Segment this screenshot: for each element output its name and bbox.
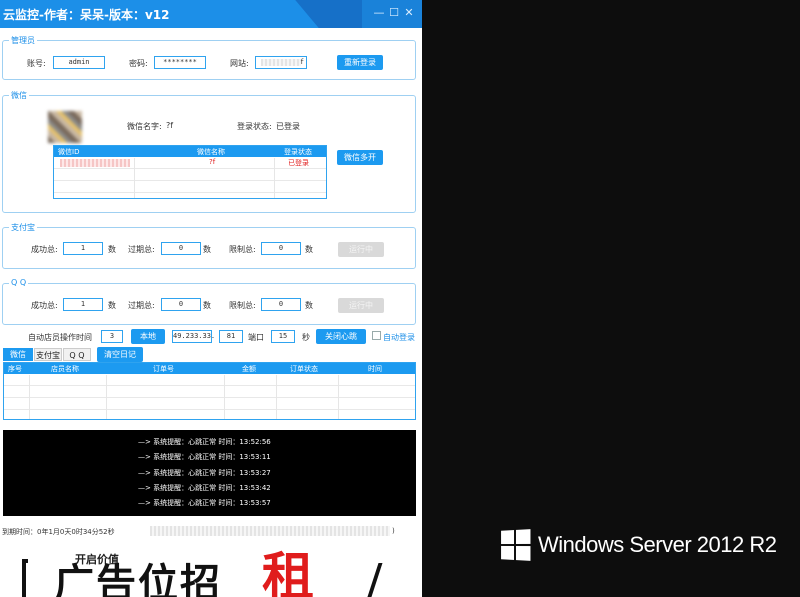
banner-red-text: 租 <box>262 548 315 597</box>
autologin-label: 自动登录 <box>383 333 415 342</box>
table-row[interactable] <box>4 386 415 398</box>
orders-table-header: 序号 店员名称 订单号 金额 订单状态 时间 <box>4 363 415 374</box>
account-input[interactable]: admin <box>53 56 105 69</box>
heartbeat-toggle-button[interactable]: 关闭心跳 <box>316 329 366 344</box>
auto-time-label: 自动店员操作时间 <box>28 333 92 342</box>
os-label: Windows Server 2012 R2 <box>538 532 777 557</box>
expiry-tail: ) <box>392 527 395 535</box>
qq-expired-label: 过期总: <box>128 301 155 310</box>
table-row[interactable] <box>4 374 415 386</box>
banner-bracket-left <box>22 559 28 597</box>
qq-expired-input[interactable]: 0 <box>161 298 201 311</box>
table-row[interactable] <box>54 169 326 181</box>
row-login-status: 已登录 <box>288 159 309 167</box>
col-index: 序号 <box>8 365 22 373</box>
log-line: —> 系统提醒：心跳正常 时间：13:52:56 <box>138 438 271 446</box>
log-console[interactable]: —> 系统提醒：心跳正常 时间：13:52:56 —> 系统提醒：心跳正常 时间… <box>3 430 416 516</box>
tab-alipay[interactable]: 支付宝 <box>34 348 62 361</box>
login-status-label: 登录状态: <box>237 122 272 131</box>
orders-table: 序号 店员名称 订单号 金额 订单状态 时间 <box>3 362 416 420</box>
port-input[interactable]: 15 <box>271 330 295 343</box>
unit-label: 数 <box>203 245 211 254</box>
minimize-icon[interactable]: — <box>373 7 385 19</box>
log-line: —> 系统提醒：心跳正常 时间：13:53:42 <box>138 484 271 492</box>
alipay-expired-label: 过期总: <box>128 245 155 254</box>
admin-legend: 管理员 <box>9 35 37 46</box>
wechat-name-label: 微信名字: <box>127 122 162 131</box>
alipay-expired-input[interactable]: 0 <box>161 242 201 255</box>
col-order-status: 订单状态 <box>290 365 318 373</box>
avatar <box>48 111 82 143</box>
qq-limit-label: 限制总: <box>229 301 256 310</box>
qq-group: Q Q 成功总: 1 数 过期总: 0 数 限制总: 0 数 运行中 <box>2 278 416 325</box>
col-time: 时间 <box>368 365 382 373</box>
banner-big-text: 广告位招 <box>54 561 222 597</box>
wechat-name-value: ?f <box>166 121 174 130</box>
window-title: 云监控-作者：呆呆-版本：v12 <box>3 8 170 22</box>
title-bar[interactable]: 云监控-作者：呆呆-版本：v12 — ☐ ✕ <box>0 0 422 28</box>
col-login-status: 登录状态 <box>284 148 312 156</box>
wechat-multi-button[interactable]: 微信多开 <box>337 150 383 165</box>
ip-input[interactable]: 49.233.33. <box>172 330 215 343</box>
wechat-table: 微信ID 微信名称 登录状态 ?f 已登录 <box>53 145 327 199</box>
col-clerk: 店员名称 <box>51 365 79 373</box>
alipay-legend: 支付宝 <box>9 222 37 233</box>
alipay-success-input[interactable]: 1 <box>63 242 103 255</box>
row-wechat-name: ?f <box>209 158 216 166</box>
password-input[interactable]: ******** <box>154 56 206 69</box>
account-label: 账号: <box>27 59 46 68</box>
log-line: —> 系统提醒：心跳正常 时间：13:53:11 <box>138 453 271 461</box>
unit-label: 数 <box>108 301 116 310</box>
windows-brand: Windows Server 2012 R2 <box>500 529 777 561</box>
col-wechat-name: 微信名称 <box>197 148 225 156</box>
wechat-group: 微信 微信名字: ?f 登录状态: 已登录 微信ID 微信名称 登录状态 ?f … <box>2 90 416 213</box>
col-wechat-id: 微信ID <box>58 148 80 156</box>
ip-suffix-input[interactable]: 81 <box>219 330 243 343</box>
password-label: 密码: <box>129 59 148 68</box>
qq-legend: Q Q <box>9 278 29 287</box>
login-status-value: 已登录 <box>276 122 300 131</box>
admin-group: 管理员 账号: admin 密码: ******** 网站: f 重新登录 <box>2 35 416 80</box>
unit-label: 数 <box>203 301 211 310</box>
qq-run-button[interactable]: 运行中 <box>338 298 384 313</box>
qq-success-input[interactable]: 1 <box>63 298 103 311</box>
unit-label: 数 <box>305 301 313 310</box>
alipay-group: 支付宝 成功总: 1 数 过期总: 0 数 限制总: 0 数 运行中 <box>2 222 416 269</box>
wechat-legend: 微信 <box>9 90 29 101</box>
wechat-table-header: 微信ID 微信名称 登录状态 <box>54 146 326 157</box>
table-row[interactable]: ?f 已登录 <box>54 157 326 169</box>
table-row[interactable] <box>4 398 415 410</box>
seconds-label: 秒 <box>302 333 310 342</box>
qq-limit-input[interactable]: 0 <box>261 298 301 311</box>
table-row[interactable] <box>54 181 326 193</box>
unit-label: 数 <box>108 245 116 254</box>
autologin-checkbox[interactable] <box>372 331 381 340</box>
unit-label: 数 <box>305 245 313 254</box>
alipay-limit-input[interactable]: 0 <box>261 242 301 255</box>
relogin-button[interactable]: 重新登录 <box>337 55 383 70</box>
alipay-run-button[interactable]: 运行中 <box>338 242 384 257</box>
col-amount: 金额 <box>242 365 256 373</box>
qq-success-label: 成功总: <box>31 301 58 310</box>
log-line: —> 系统提醒：心跳正常 时间：13:53:27 <box>138 469 271 477</box>
alipay-success-label: 成功总: <box>31 245 58 254</box>
tab-wechat[interactable]: 微信 <box>3 348 33 361</box>
clear-log-button[interactable]: 清空日记 <box>97 347 143 362</box>
site-label: 网站: <box>230 59 249 68</box>
maximize-icon[interactable]: ☐ <box>388 7 400 19</box>
port-label: 端口 <box>248 333 264 342</box>
app-window: 云监控-作者：呆呆-版本：v12 — ☐ ✕ 管理员 账号: admin 密码:… <box>0 0 422 597</box>
close-icon[interactable]: ✕ <box>403 7 415 19</box>
banner-bracket-right <box>361 563 383 597</box>
auto-time-input[interactable]: 3 <box>101 330 123 343</box>
expiry-text: 到期时间：0年1月0天0时34分52秒 <box>2 528 115 536</box>
local-button[interactable]: 本地 <box>131 329 165 344</box>
tab-qq[interactable]: Q Q <box>63 348 91 361</box>
ad-banner[interactable]: 开启价值 广告位招 租 <box>0 545 422 597</box>
alipay-limit-label: 限制总: <box>229 245 256 254</box>
log-line: —> 系统提醒：心跳正常 时间：13:53:57 <box>138 499 271 507</box>
col-order-no: 订单号 <box>153 365 174 373</box>
windows-logo-icon <box>501 529 531 561</box>
